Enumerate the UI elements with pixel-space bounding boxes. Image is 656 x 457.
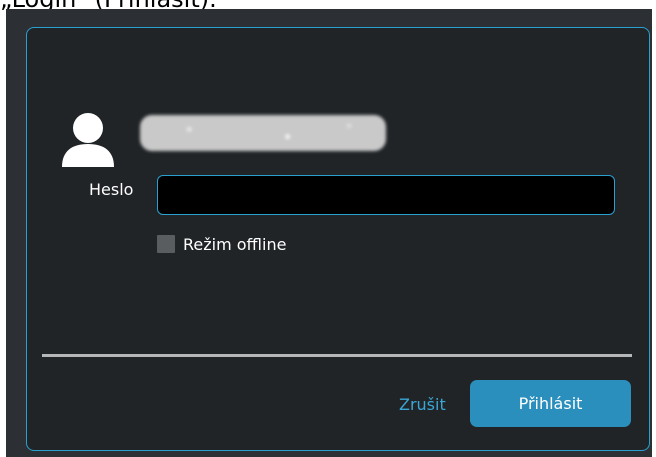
cancel-button[interactable]: Zrušit [399,395,446,414]
password-input[interactable] [157,175,615,215]
offline-mode-checkbox[interactable] [157,235,175,253]
login-dialog: Heslo Režim offline Zrušit Přihlásit [26,27,650,451]
username-redacted [140,115,386,151]
offline-mode-label: Režim offline [183,234,287,254]
password-label: Heslo [89,180,134,199]
divider [42,354,632,357]
login-button[interactable]: Přihlásit [470,380,631,427]
offline-mode-toggle[interactable]: Režim offline [157,233,286,255]
user-icon [62,113,114,167]
